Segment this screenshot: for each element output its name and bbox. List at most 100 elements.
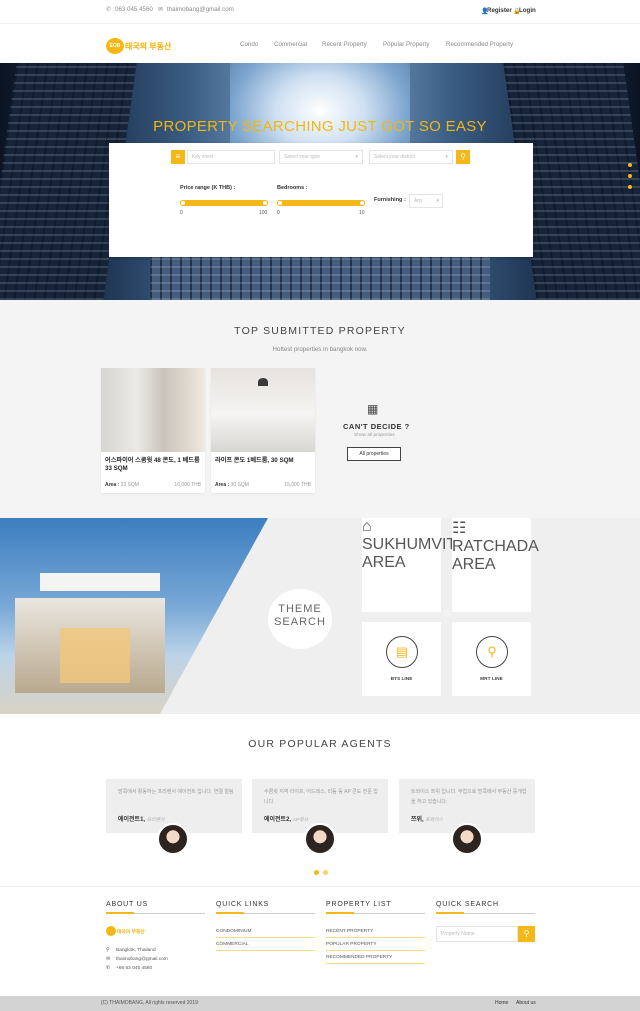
avatar[interactable] xyxy=(304,823,336,855)
grid-icon: ▦ xyxy=(367,402,379,416)
footer-link[interactable]: RECOMMENDED PROPERTY xyxy=(326,955,392,960)
theme-tile[interactable]: ▤ BTS LINE xyxy=(362,622,441,696)
phone-icon: ✆ xyxy=(106,966,111,971)
house-image xyxy=(0,518,268,714)
theme-tile-label: BTS LINE xyxy=(390,677,413,682)
furnishing-label: Furnishing : xyxy=(374,197,406,203)
divider xyxy=(134,913,205,914)
property-card[interactable]: 라이프 콘도 1베드룸, 30 SQM Area : 30 SQM 15,000… xyxy=(211,368,315,493)
footer-email[interactable]: thaimobang@gmail.com xyxy=(116,957,168,962)
building-icon: ⌂ xyxy=(362,518,372,535)
type-select[interactable]: Select your type ▾ xyxy=(279,150,363,164)
footer-phone: +66 63 045 4560 xyxy=(116,966,153,971)
agent-name: 에이전트1, 프리랜서 xyxy=(118,817,165,823)
divider xyxy=(216,937,315,938)
property-card[interactable]: 어스파이어 스쿰윗 48 콘도, 1 베드룸 33 SQM Area : 33 … xyxy=(101,368,205,493)
cant-decide-title: CAN'T DECIDE ? xyxy=(343,422,410,431)
bottom-about-link[interactable]: About us xyxy=(516,1000,536,1006)
district-select[interactable]: Select your district ▾ xyxy=(369,150,453,164)
price-range-slider[interactable] xyxy=(180,200,268,206)
mail-icon: ✉ xyxy=(158,6,164,13)
lamp-icon xyxy=(258,378,268,386)
bedrooms-min: 0 xyxy=(277,210,280,216)
basket-icon: ☷ xyxy=(452,520,467,537)
footer-link[interactable]: COMMERCIAL xyxy=(216,942,249,947)
theme-tile[interactable]: ⚲ MRT LINE xyxy=(452,622,531,696)
footer-plist-title: PROPERTY LIST xyxy=(326,901,392,908)
slider-handle[interactable] xyxy=(359,200,365,206)
quick-search-input[interactable]: Property Name xyxy=(436,926,518,942)
slider-handle[interactable] xyxy=(180,200,186,206)
furnishing-select[interactable]: Any ▾ xyxy=(409,194,443,208)
keyword-input[interactable]: Key word xyxy=(187,150,275,164)
property-area: Area : 30 SQM xyxy=(215,482,249,488)
theme-tile[interactable]: ⌂ SUKHUMVIT AREA xyxy=(362,518,456,612)
chevron-down-icon: ▾ xyxy=(445,154,448,160)
divider xyxy=(436,912,464,914)
menu-icon[interactable]: ≡ xyxy=(171,150,185,164)
agent-quote: 수쿰윗 지역 라이프, 어드레스, 리듬 등 AP 콘도 전문 입니다. xyxy=(264,789,378,805)
nav-popular-property[interactable]: Popular Property xyxy=(383,41,429,48)
footer-qsearch-title: QUICK SEARCH xyxy=(436,901,499,908)
search-icon[interactable]: ⚲ xyxy=(518,926,535,942)
house-roof xyxy=(40,573,160,591)
topbar-email[interactable]: thaimobang@gmail.com xyxy=(167,6,234,13)
property-title[interactable]: 라이프 콘도 1베드룸, 30 SQM xyxy=(215,457,313,465)
slider-handle[interactable] xyxy=(262,200,268,206)
show-all-text: Show all properties xyxy=(354,433,395,438)
agent-name: 쯔위, 트와이스 xyxy=(411,817,444,823)
top-bar: ✆ 063 045 4560 ✉ thaimobang@gmail.com 👤 … xyxy=(0,0,640,24)
property-price: 16,000 THB xyxy=(174,482,201,488)
price-min: 0 xyxy=(180,210,183,216)
footer-link[interactable]: CONDOMINIUM xyxy=(216,929,251,934)
footer-link[interactable]: RECENT PROPERTY xyxy=(326,929,373,934)
logo-badge: EOB xyxy=(106,38,124,54)
divider xyxy=(464,913,535,914)
footer-quick-title: QUICK LINKS xyxy=(216,901,270,908)
carousel-dot[interactable] xyxy=(323,870,328,875)
carousel-dot[interactable] xyxy=(314,870,319,875)
login-link[interactable]: Login xyxy=(519,7,536,14)
avatar[interactable] xyxy=(157,823,189,855)
type-select-text: Select your type xyxy=(284,154,320,160)
divider xyxy=(244,913,315,914)
nav-condo[interactable]: Condo xyxy=(240,41,258,48)
phone-icon: ✆ xyxy=(106,6,112,13)
section-title: TOP SUBMITTED PROPERTY xyxy=(234,325,406,337)
header xyxy=(0,24,640,64)
property-title[interactable]: 어스파이어 스쿰윗 48 콘도, 1 베드룸 33 SQM xyxy=(105,457,203,473)
bedrooms-label: Bedrooms : xyxy=(277,185,308,191)
register-link[interactable]: Register xyxy=(487,7,512,14)
price-range-label: Price range (K THB) : xyxy=(180,185,236,191)
all-properties-button[interactable]: All properties xyxy=(347,447,401,461)
slider-dot[interactable] xyxy=(628,174,632,178)
bottom-home-link[interactable]: Home xyxy=(495,1000,508,1006)
house-window xyxy=(60,628,130,683)
footer: ABOUT US 태국의 부동산 ⚲ Bangkok, Thailand ✉ t… xyxy=(0,886,640,996)
footer-link[interactable]: POPULAR PROPERTY xyxy=(326,942,377,947)
top-submitted-section: TOP SUBMITTED PROPERTY Hottest propertie… xyxy=(0,300,640,518)
price-max: 100 xyxy=(259,210,268,216)
slider-dot[interactable] xyxy=(628,185,632,189)
slider-dot[interactable] xyxy=(628,163,632,167)
nav-recent-property[interactable]: Recent Property xyxy=(322,41,367,48)
bedrooms-max: 10 xyxy=(359,210,365,216)
search-icon[interactable]: ⚲ xyxy=(456,150,470,164)
divider xyxy=(216,950,315,951)
theme-tile[interactable]: ☷ RATCHADA AREA xyxy=(452,518,538,612)
theme-search-badge: THEME SEARCH xyxy=(268,589,332,649)
footer-logo-icon xyxy=(106,926,116,936)
avatar[interactable] xyxy=(451,823,483,855)
nav-commercial[interactable]: Commercial xyxy=(274,41,307,48)
bedrooms-slider[interactable] xyxy=(277,200,365,206)
slider-handle[interactable] xyxy=(277,200,283,206)
map-icon: ▤ xyxy=(386,636,418,668)
building-image xyxy=(150,253,490,300)
property-image[interactable] xyxy=(101,368,205,452)
property-image[interactable] xyxy=(211,368,315,452)
footer-location: Bangkok, Thailand xyxy=(116,948,156,953)
site-logo[interactable]: EOB 태국의 부동산 xyxy=(106,38,171,54)
mail-icon: ✉ xyxy=(106,957,111,962)
nav-recommended-property[interactable]: Recommended Property xyxy=(446,41,513,48)
theme-tile-label: RATCHADA AREA xyxy=(452,538,538,573)
